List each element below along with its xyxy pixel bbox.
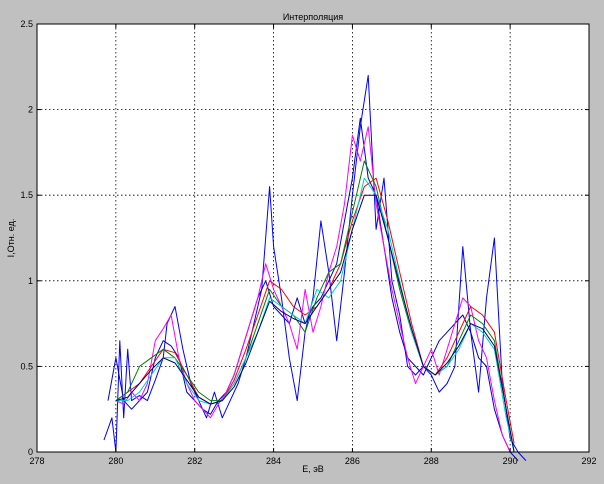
- x-tick-label: 282: [187, 456, 202, 466]
- y-tick-label: 1: [28, 276, 33, 286]
- x-tick-label: 284: [266, 456, 281, 466]
- x-tick-label: 278: [29, 456, 44, 466]
- y-tick-label: 1.5: [20, 190, 33, 200]
- y-tick-label: 0.5: [20, 361, 33, 371]
- y-tick-label: 2.5: [20, 19, 33, 29]
- y-axis-label: I,Отн. ед.: [6, 219, 16, 258]
- chart-title: Интерполяция: [283, 12, 343, 22]
- x-tick-label: 288: [424, 456, 439, 466]
- plot-area: [36, 23, 590, 453]
- y-tick-label: 0: [28, 447, 33, 457]
- x-tick-label: 286: [345, 456, 360, 466]
- x-tick-label: 290: [503, 456, 518, 466]
- chart-figure: 278 280 282 284 286 288 290 292 0 0.5 1 1.5 2 2.5 Инт…: [6, 12, 597, 474]
- x-axis-label: E, эВ: [302, 464, 324, 474]
- x-tick-label: 280: [108, 456, 123, 466]
- x-tick-label: 292: [581, 456, 596, 466]
- y-tick-label: 2: [28, 105, 33, 115]
